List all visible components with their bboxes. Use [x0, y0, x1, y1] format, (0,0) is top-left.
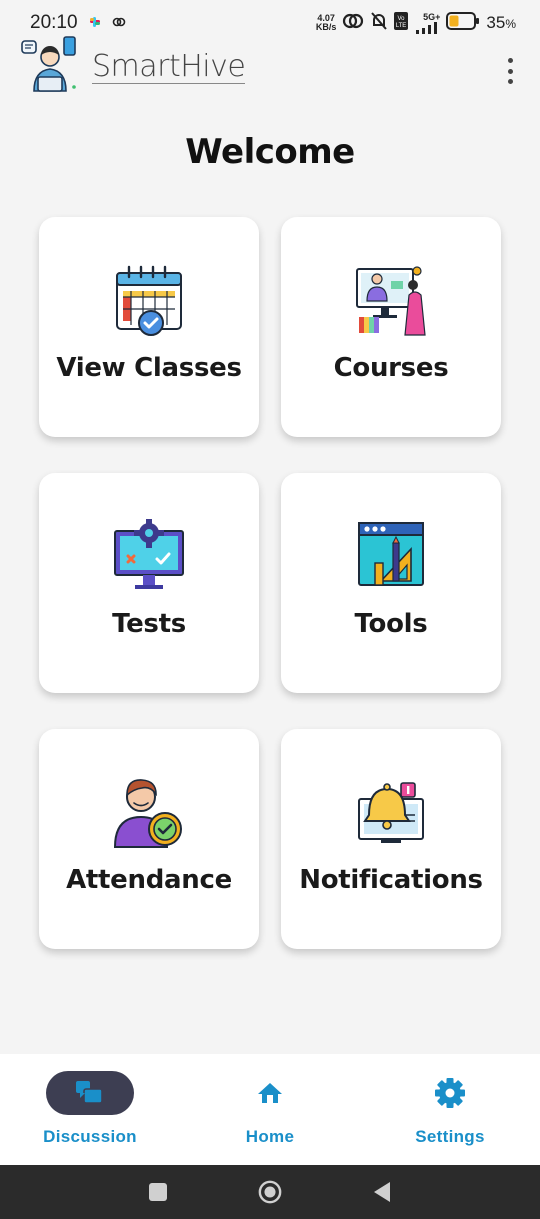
courses-card[interactable]: Courses — [281, 217, 501, 437]
card-label: View Classes — [56, 353, 242, 383]
icon-container — [226, 1071, 314, 1115]
bell-notification-icon — [358, 782, 424, 843]
nav-label: Home — [245, 1127, 295, 1146]
view-classes-card[interactable]: View Classes — [39, 217, 259, 437]
app-logo-icon — [20, 35, 80, 99]
calendar-check-icon — [116, 265, 182, 336]
icon-container — [406, 1071, 494, 1115]
app-header: SmartHive — [20, 36, 520, 98]
tools-card[interactable]: Tools — [281, 473, 501, 693]
online-class-icon — [356, 266, 426, 336]
more-vertical-icon[interactable] — [504, 58, 516, 84]
nav-item-home[interactable]: Home — [180, 1054, 360, 1165]
nav-label: Discussion — [43, 1127, 137, 1146]
battery-percent: 35% — [486, 13, 516, 32]
link-notification-icon — [112, 14, 126, 33]
nav-item-discussion[interactable]: Discussion — [0, 1054, 180, 1165]
card-label: Courses — [333, 353, 449, 383]
design-tools-icon — [358, 522, 424, 586]
discussion-icon — [76, 1081, 103, 1104]
nav-item-settings[interactable]: Settings — [360, 1054, 540, 1165]
svg-text:LTE: LTE — [396, 23, 407, 29]
notifications-card[interactable]: Notifications — [281, 729, 501, 949]
bottom-nav: Discussion Home Settings — [0, 1054, 540, 1165]
home-icon — [258, 1083, 282, 1103]
volte-icon: Vo LTE — [394, 12, 409, 34]
page-title: Welcome — [185, 132, 355, 172]
slack-notification-icon — [88, 14, 102, 33]
user-check-icon — [113, 779, 182, 848]
home-circle-icon[interactable] — [258, 1180, 282, 1204]
nav-label: Settings — [415, 1127, 485, 1146]
menu-grid: View Classes Courses Tests Tools Attenda… — [39, 217, 501, 949]
active-indicator — [46, 1071, 134, 1115]
card-label: Tools — [354, 609, 428, 639]
svg-text:Vo: Vo — [398, 16, 406, 22]
app-title: SmartHive — [92, 48, 246, 84]
battery-icon — [446, 12, 480, 34]
attendance-card[interactable]: Attendance — [39, 729, 259, 949]
status-time: 20:10 — [30, 12, 78, 33]
system-nav-bar — [0, 1165, 540, 1219]
signal-icon: 5G+ — [414, 12, 440, 34]
recents-icon[interactable] — [146, 1180, 170, 1204]
mute-bell-icon — [370, 11, 388, 35]
card-label: Tests — [112, 609, 186, 639]
hotspot-link-icon — [342, 12, 364, 34]
card-label: Attendance — [66, 865, 232, 895]
gear-icon — [435, 1078, 465, 1108]
tests-card[interactable]: Tests — [39, 473, 259, 693]
card-label: Notifications — [299, 865, 483, 895]
net-speed: 4.07 KB/s — [315, 13, 337, 32]
back-triangle-icon[interactable] — [370, 1180, 394, 1204]
monitor-test-icon — [114, 519, 184, 589]
